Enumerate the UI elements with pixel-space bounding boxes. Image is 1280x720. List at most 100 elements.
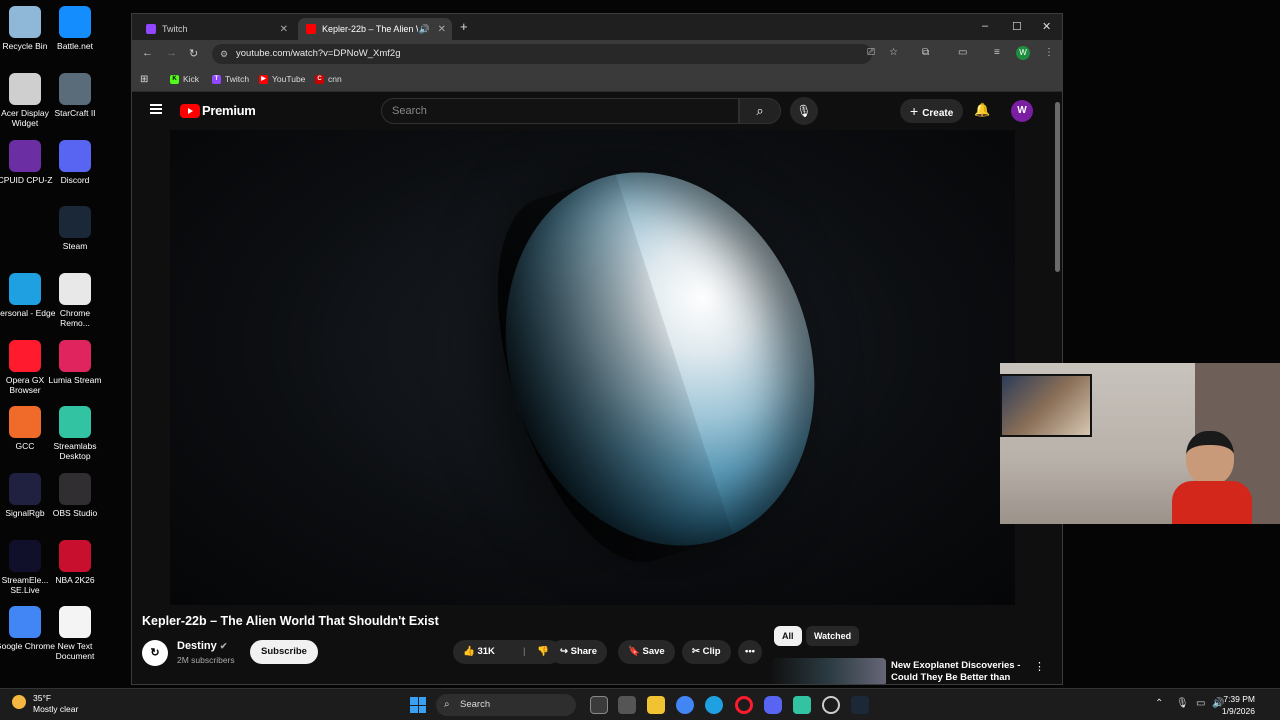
bookmark-cnn[interactable]: Ccnn: [315, 74, 342, 84]
tab-youtube[interactable]: Kepler-22b – The Alien Wo 🔊 ✕: [298, 18, 452, 40]
save-button[interactable]: 🔖 Save: [618, 640, 675, 664]
gcc-icon: [9, 406, 41, 438]
menu-kebab-icon[interactable]: ⋮: [1044, 47, 1054, 58]
bookmark-youtube[interactable]: ▶ YouTube: [259, 74, 305, 84]
bookmark-star-icon[interactable]: ☆: [889, 47, 898, 58]
tab-twitch[interactable]: Twitch ✕: [138, 18, 294, 40]
start-button[interactable]: [410, 697, 426, 713]
bookmark-kick[interactable]: K Kick: [170, 74, 199, 84]
webcam-person: [1172, 431, 1252, 524]
media-control-icon[interactable]: ≡: [994, 47, 1000, 58]
address-bar[interactable]: ⚙ youtube.com/watch?v=DPNoW_Xmf2g: [212, 44, 872, 64]
signalrgb-icon: [9, 473, 41, 505]
share-icon: ↪: [560, 646, 568, 657]
account-avatar[interactable]: W: [1011, 100, 1033, 122]
chip-all[interactable]: All: [774, 626, 802, 646]
profile-avatar[interactable]: W: [1016, 46, 1030, 60]
microphone-icon: 🎙: [796, 104, 812, 118]
more-actions-button[interactable]: •••: [738, 640, 762, 664]
desktop-icon[interactable]: NBA 2K26: [44, 540, 106, 585]
channel-avatar[interactable]: ↻: [142, 640, 168, 666]
desktop-icon[interactable]: Lumia Stream: [44, 340, 106, 385]
chrome-window: Twitch ✕ Kepler-22b – The Alien Wo 🔊 ✕ +…: [131, 13, 1063, 685]
search-input[interactable]: Search: [381, 98, 739, 124]
site-info-icon[interactable]: ⚙: [220, 44, 228, 64]
recommendation-menu-icon[interactable]: ⋮: [1034, 660, 1045, 673]
recommendation-thumbnail[interactable]: [772, 658, 886, 684]
subscriber-count: 2M subscribers: [177, 655, 235, 665]
maximize-button[interactable]: ☐: [1012, 20, 1022, 33]
youtube-header: Premium Search ⌕ 🎙 + Create 🔔 W: [132, 92, 1062, 130]
clip-button[interactable]: ✂ Clip: [682, 640, 731, 664]
weather-widget[interactable]: 35°F Mostly clear: [12, 693, 78, 715]
clock[interactable]: 7:39 PM 1/9/2026: [1222, 693, 1255, 717]
share-label: Share: [570, 646, 598, 657]
desktop-icon[interactable]: New Text Document: [44, 606, 106, 661]
kick-icon: K: [170, 74, 179, 84]
desktop-icon[interactable]: Battle.net: [44, 6, 106, 51]
webcam-head: [1186, 431, 1234, 485]
mic-tray-icon[interactable]: 🎙: [1176, 698, 1189, 709]
close-window-button[interactable]: ✕: [1042, 20, 1051, 33]
youtube-premium-logo[interactable]: Premium: [180, 103, 256, 118]
taskbar-search[interactable]: ⌕ Search: [436, 694, 576, 716]
youtube-icon: ▶: [259, 74, 268, 84]
desktop-icon[interactable]: Discord: [44, 140, 106, 185]
thumbs-down-icon: 👎: [537, 646, 549, 657]
task-view-icon[interactable]: [590, 696, 608, 714]
obs-taskbar-icon[interactable]: [822, 696, 840, 714]
minimize-button[interactable]: –: [982, 20, 988, 32]
back-icon[interactable]: ←: [142, 47, 153, 59]
widgets-icon[interactable]: [618, 696, 636, 714]
subscribe-button[interactable]: Subscribe: [250, 640, 318, 664]
recommendation-title[interactable]: New Exoplanet Discoveries - Could They B…: [891, 660, 1031, 684]
apps-grid-icon[interactable]: ⊞: [140, 74, 148, 85]
speaker-icon[interactable]: 🔊: [419, 24, 430, 35]
chip-watched[interactable]: Watched: [806, 626, 860, 646]
discord-taskbar-icon[interactable]: [764, 696, 782, 714]
dislike-button[interactable]: 👎: [537, 640, 549, 664]
desktop-icon[interactable]: Steam: [44, 206, 106, 251]
streamlabs-icon: [59, 406, 91, 438]
desktop-icon[interactable]: OBS Studio: [44, 473, 106, 518]
bookmark-twitch[interactable]: T Twitch: [212, 74, 249, 84]
like-button[interactable]: 👍 31K: [463, 646, 495, 657]
extensions-icon[interactable]: ⧉: [922, 47, 929, 58]
reload-icon[interactable]: ↻: [189, 47, 198, 60]
bookmark-label: Twitch: [225, 74, 250, 84]
tray-overflow-icon[interactable]: ⌃: [1155, 698, 1163, 709]
desktop-icon[interactable]: Streamlabs Desktop: [44, 406, 106, 461]
file-explorer-icon[interactable]: [647, 696, 665, 714]
close-tab-icon[interactable]: ✕: [438, 24, 446, 35]
forward-icon[interactable]: →: [166, 47, 177, 59]
chrome-icon: [9, 606, 41, 638]
bookmarks-bar: ⊞ K Kick T Twitch ▶ YouTube Ccnn: [132, 68, 1062, 92]
desktop-icon-label: New Text Document: [55, 641, 95, 661]
display-tray-icon[interactable]: ▭: [1196, 698, 1205, 709]
chrome-taskbar-icon[interactable]: [676, 696, 694, 714]
desktop-icon[interactable]: StarCraft II: [44, 73, 106, 118]
hamburger-menu-icon[interactable]: [150, 104, 162, 114]
desktop-icon-label: NBA 2K26: [55, 575, 95, 585]
voice-search-button[interactable]: 🎙: [790, 97, 818, 125]
streamlabs-taskbar-icon[interactable]: [793, 696, 811, 714]
taskbar: 35°F Mostly clear ⌕ Search ⌃ 🎙 ▭ 🔊 7:39 PM…: [0, 688, 1280, 720]
split-view-icon[interactable]: ▭: [958, 47, 967, 58]
steam-taskbar-icon[interactable]: [851, 696, 869, 714]
desktop-icon[interactable]: Chrome Remo...: [44, 273, 106, 328]
video-player[interactable]: [170, 130, 1015, 605]
channel-name[interactable]: Destiny ✔: [177, 640, 227, 652]
verified-icon: ✔: [219, 641, 228, 651]
search-button[interactable]: ⌕: [739, 98, 781, 124]
new-tab-button[interactable]: +: [460, 19, 468, 34]
page-scrollbar[interactable]: [1055, 102, 1060, 272]
opera-gx-taskbar-icon[interactable]: [735, 696, 753, 714]
close-tab-icon[interactable]: ✕: [280, 24, 288, 35]
cast-icon[interactable]: ⎚: [867, 47, 875, 58]
tab-label: Kepler-22b – The Alien Wo: [322, 24, 418, 34]
edge-taskbar-icon[interactable]: [705, 696, 723, 714]
notifications-bell-icon[interactable]: 🔔: [974, 102, 990, 118]
create-button[interactable]: + Create: [900, 99, 964, 123]
desktop-icon-label: Steam: [62, 241, 88, 251]
share-button[interactable]: ↪ Share: [550, 640, 608, 664]
